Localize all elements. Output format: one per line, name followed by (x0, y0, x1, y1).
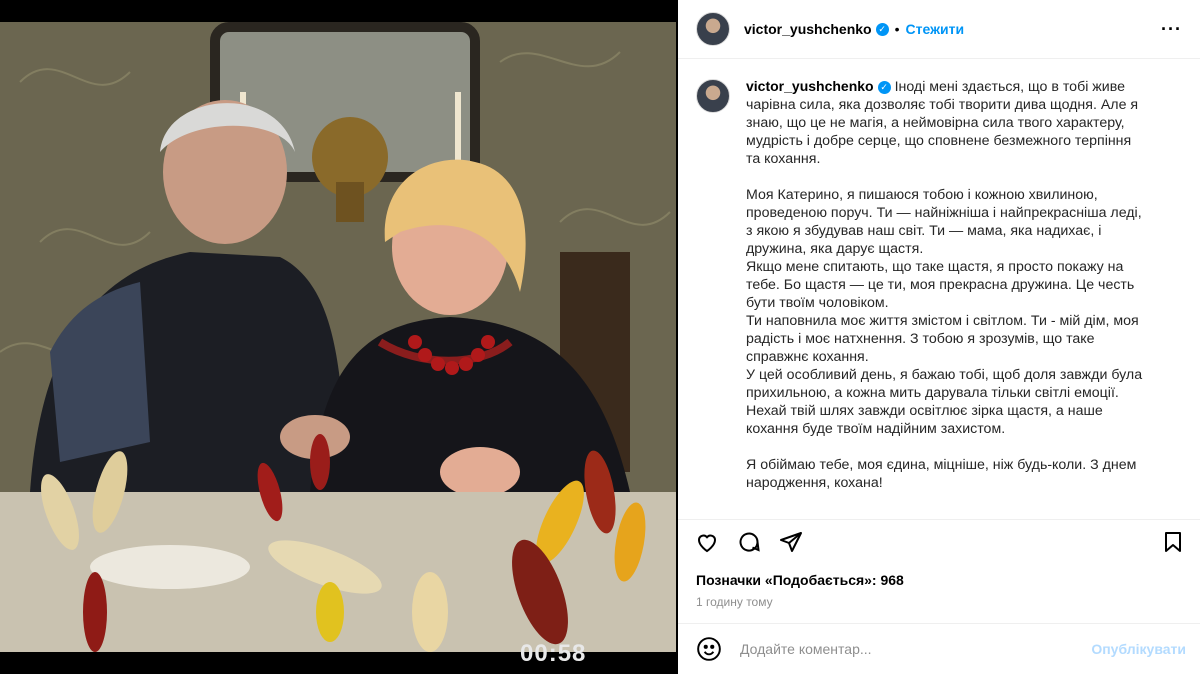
bookmark-icon[interactable] (1160, 529, 1186, 555)
post-header: victor_yushchenko ✓ • Стежити ··· (678, 0, 1200, 59)
avatar[interactable] (696, 12, 730, 46)
post-actions-bar (678, 519, 1200, 563)
verified-check-icon: ✓ (875, 22, 889, 36)
smiley-icon[interactable] (696, 636, 722, 662)
publish-button[interactable]: Опублікувати (1091, 641, 1186, 657)
follow-button[interactable]: Стежити (906, 21, 965, 37)
post-media-pane: 00:58 (0, 0, 676, 674)
caption-paragraph-1: victor_yushchenko ✓ Іноді мені здається, … (746, 77, 1148, 168)
post-details-panel: victor_yushchenko ✓ • Стежити ··· victor… (678, 0, 1200, 674)
photo-illustration (0, 22, 676, 652)
heart-icon[interactable] (694, 529, 720, 555)
post-photo[interactable] (0, 22, 676, 652)
comment-input[interactable] (738, 640, 1062, 658)
paper-plane-icon[interactable] (778, 529, 804, 555)
caption-username-link[interactable]: victor_yushchenko (746, 78, 874, 94)
post-timestamp[interactable]: 1 годину тому (696, 595, 773, 609)
caption-paragraph-2: Моя Катерино, я пишаюся тобою і кожною х… (746, 187, 1143, 437)
username-link[interactable]: victor_yushchenko (744, 21, 872, 37)
caption-avatar[interactable] (696, 79, 730, 113)
comment-bubble-icon[interactable] (736, 529, 762, 555)
more-options-icon[interactable]: ··· (1161, 19, 1182, 40)
caption-text: victor_yushchenko ✓ Іноді мені здається, … (746, 77, 1148, 492)
verified-check-icon: ✓ (877, 80, 891, 94)
post-caption: victor_yushchenko ✓ Іноді мені здається, … (696, 77, 1186, 492)
separator-dot: • (894, 21, 900, 37)
likes-count[interactable]: Позначки «Подобається»: 968 (696, 572, 904, 588)
comment-bar: Опублікувати (678, 623, 1200, 674)
caption-paragraph-3: Я обіймаю тебе, моя єдина, міцніше, ніж … (746, 457, 1137, 491)
video-timestamp-overlay: 00:58 (520, 640, 587, 667)
